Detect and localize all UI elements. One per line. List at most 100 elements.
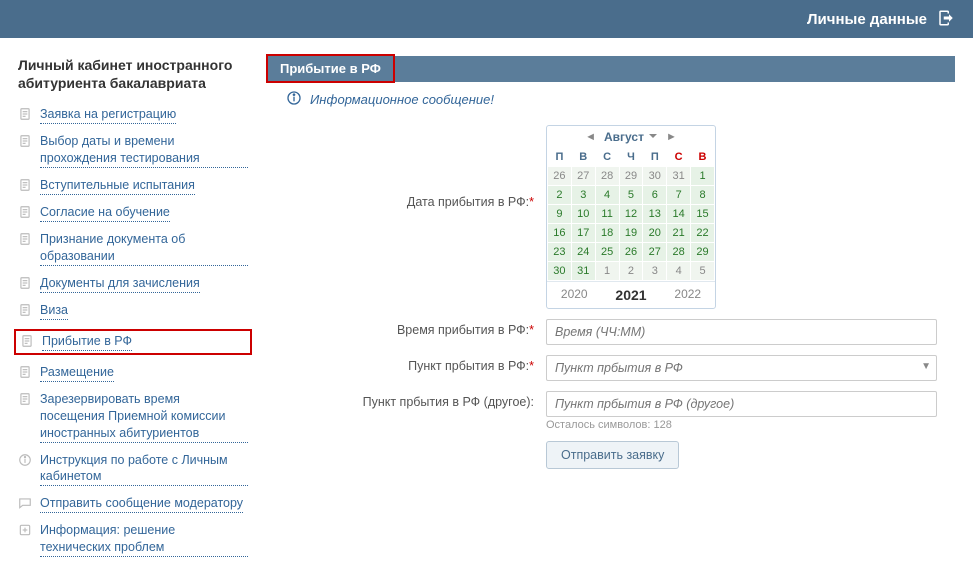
chevron-down-icon[interactable] <box>648 131 658 144</box>
cal-day[interactable]: 2 <box>548 186 572 205</box>
panel-title: Прибытие в РФ <box>268 56 393 81</box>
doc-icon <box>20 334 36 351</box>
calendar-years: 2020 2021 2022 <box>547 281 715 308</box>
info-icon <box>18 453 34 470</box>
cal-day[interactable]: 26 <box>548 167 572 186</box>
cal-day[interactable]: 27 <box>571 167 595 186</box>
cal-day[interactable]: 11 <box>595 205 619 224</box>
topbar: Личные данные <box>0 0 973 38</box>
sidebar-link[interactable]: Отправить сообщение модератору <box>40 495 243 513</box>
arrival-point-label: Пункт прбытия в РФ:* <box>286 355 546 373</box>
sidebar-item[interactable]: Согласие на обучение <box>18 204 248 222</box>
doc-icon <box>18 205 34 222</box>
cal-day[interactable]: 3 <box>571 186 595 205</box>
sidebar-item[interactable]: Выбор даты и времени прохождения тестиро… <box>18 133 248 168</box>
cal-day[interactable]: 19 <box>619 224 643 243</box>
cal-day[interactable]: 13 <box>643 205 667 224</box>
sidebar-item[interactable]: Отправить сообщение модератору <box>18 495 248 513</box>
cal-day[interactable]: 31 <box>571 262 595 281</box>
cal-next-icon[interactable]: ► <box>662 131 681 143</box>
arrival-date-label: Дата прибытия в РФ:* <box>286 125 546 209</box>
arrival-point-select[interactable] <box>546 355 937 381</box>
cal-dow: С <box>595 148 619 167</box>
sidebar-item[interactable]: Документы для зачисления <box>18 275 248 293</box>
cal-day[interactable]: 14 <box>667 205 691 224</box>
sidebar-item[interactable]: Зарезервировать время посещения Приемной… <box>18 391 248 443</box>
cal-day[interactable]: 9 <box>548 205 572 224</box>
doc-icon <box>18 392 34 409</box>
cal-day[interactable]: 17 <box>571 224 595 243</box>
cal-day[interactable]: 2 <box>619 262 643 281</box>
cal-day[interactable]: 30 <box>643 167 667 186</box>
chevron-down-icon[interactable]: ▼ <box>921 361 931 372</box>
sidebar-link[interactable]: Зарезервировать время посещения Приемной… <box>40 391 248 443</box>
cal-day[interactable]: 22 <box>691 224 715 243</box>
sidebar-link[interactable]: Документы для зачисления <box>40 275 200 293</box>
cal-day[interactable]: 4 <box>595 186 619 205</box>
cal-day[interactable]: 20 <box>643 224 667 243</box>
cal-day[interactable]: 26 <box>619 243 643 262</box>
calendar[interactable]: ◄ Август ► ПВСЧПСВ 262728293031123456789… <box>546 125 716 309</box>
sidebar-link[interactable]: Признание документа об образовании <box>40 231 248 266</box>
sidebar-link[interactable]: Согласие на обучение <box>40 204 170 222</box>
calendar-grid[interactable]: ПВСЧПСВ 26272829303112345678910111213141… <box>547 148 715 281</box>
cal-month[interactable]: Август <box>604 130 644 144</box>
arrival-time-input[interactable] <box>546 319 937 345</box>
sidebar-link[interactable]: Заявка на регистрацию <box>40 106 176 124</box>
sidebar-item[interactable]: Признание документа об образовании <box>18 231 248 266</box>
info-text: Информационное сообщение! <box>310 92 494 107</box>
sidebar-link[interactable]: Инструкция по работе с Личным кабинетом <box>40 452 248 487</box>
year-current[interactable]: 2021 <box>615 287 646 303</box>
cal-dow: В <box>571 148 595 167</box>
cal-dow: Ч <box>619 148 643 167</box>
cal-day[interactable]: 10 <box>571 205 595 224</box>
cal-day[interactable]: 15 <box>691 205 715 224</box>
cal-day[interactable]: 1 <box>595 262 619 281</box>
cal-day[interactable]: 4 <box>667 262 691 281</box>
cal-day[interactable]: 21 <box>667 224 691 243</box>
cal-day[interactable]: 3 <box>643 262 667 281</box>
sidebar-link[interactable]: Вступительные испытания <box>40 177 195 195</box>
cal-day[interactable]: 8 <box>691 186 715 205</box>
submit-button[interactable]: Отправить заявку <box>546 441 679 469</box>
cal-day[interactable]: 12 <box>619 205 643 224</box>
cal-day[interactable]: 5 <box>691 262 715 281</box>
cal-day[interactable]: 25 <box>595 243 619 262</box>
cal-day[interactable]: 18 <box>595 224 619 243</box>
cal-day[interactable]: 24 <box>571 243 595 262</box>
cal-day[interactable]: 31 <box>667 167 691 186</box>
cal-day[interactable]: 29 <box>619 167 643 186</box>
cal-day[interactable]: 30 <box>548 262 572 281</box>
sidebar-item[interactable]: Вступительные испытания <box>18 177 248 195</box>
sidebar-link[interactable]: Размещение <box>40 364 114 382</box>
sidebar-item[interactable]: Виза <box>18 302 248 320</box>
arrival-point-other-input[interactable] <box>546 391 937 417</box>
cal-day[interactable]: 29 <box>691 243 715 262</box>
sidebar-link[interactable]: Выбор даты и времени прохождения тестиро… <box>40 133 248 168</box>
sidebar-link[interactable]: Информация: решение технических проблем <box>40 522 248 557</box>
sidebar-item[interactable]: Прибытие в РФ <box>14 329 252 355</box>
cal-day[interactable]: 28 <box>667 243 691 262</box>
doc-icon <box>18 107 34 124</box>
cal-day[interactable]: 16 <box>548 224 572 243</box>
sidebar-link[interactable]: Прибытие в РФ <box>42 333 132 351</box>
sidebar-item[interactable]: Инструкция по работе с Личным кабинетом <box>18 452 248 487</box>
cal-day[interactable]: 28 <box>595 167 619 186</box>
chars-left: Осталось символов: 128 <box>546 419 937 431</box>
sidebar-item[interactable]: Заявка на регистрацию <box>18 106 248 124</box>
cal-prev-icon[interactable]: ◄ <box>581 131 600 143</box>
cal-day[interactable]: 5 <box>619 186 643 205</box>
cal-day[interactable]: 27 <box>643 243 667 262</box>
sidebar-item[interactable]: Размещение <box>18 364 248 382</box>
year-next[interactable]: 2022 <box>674 287 701 303</box>
cal-day[interactable]: 6 <box>643 186 667 205</box>
sidebar-title: Личный кабинет иностранного абитуриента … <box>18 56 248 92</box>
cal-day[interactable]: 7 <box>667 186 691 205</box>
sidebar-item[interactable]: Информация: решение технических проблем <box>18 522 248 557</box>
sidebar-link[interactable]: Виза <box>40 302 68 320</box>
cal-day[interactable]: 1 <box>691 167 715 186</box>
cal-day[interactable]: 23 <box>548 243 572 262</box>
logout-icon[interactable] <box>937 9 955 30</box>
doc-icon <box>18 178 34 195</box>
year-prev[interactable]: 2020 <box>561 287 588 303</box>
